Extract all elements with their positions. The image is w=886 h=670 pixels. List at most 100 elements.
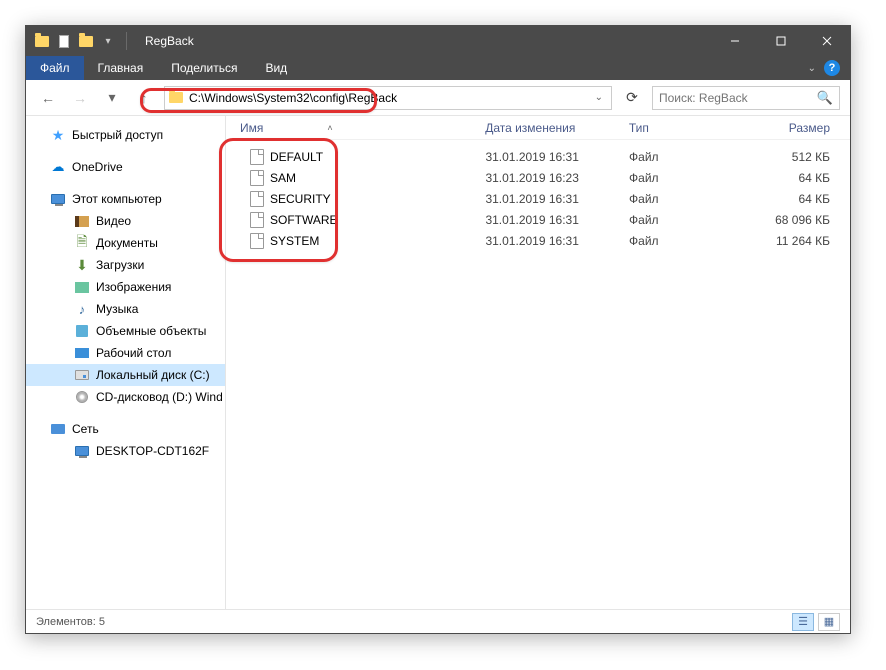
search-input[interactable] (659, 91, 817, 105)
nav-label: Загрузки (96, 258, 144, 272)
nav-network[interactable]: Сеть (26, 418, 225, 440)
forward-button[interactable]: → (68, 86, 92, 110)
nav-this-pc[interactable]: Этот компьютер (26, 188, 225, 210)
nav-music[interactable]: ♪Музыка (26, 298, 225, 320)
drive-icon (74, 367, 90, 383)
file-date: 31.01.2019 16:23 (485, 171, 629, 185)
divider (126, 32, 127, 50)
pc-icon (74, 443, 90, 459)
file-icon (250, 191, 264, 207)
nav-quick-access[interactable]: ★ Быстрый доступ (26, 124, 225, 146)
nav-label: Объемные объекты (96, 324, 206, 338)
statusbar: Элементов: 5 ☰ ▦ (26, 609, 850, 633)
view-icons-button[interactable]: ▦ (818, 613, 840, 631)
download-icon: ⬇ (74, 257, 90, 273)
file-row[interactable]: SYSTEM 31.01.2019 16:31Файл11 264 КБ (240, 230, 850, 251)
file-type: Файл (629, 213, 744, 227)
nav-videos[interactable]: Видео (26, 210, 225, 232)
cloud-icon: ☁ (50, 159, 66, 175)
tab-view[interactable]: Вид (251, 57, 301, 79)
content-pane[interactable]: Имя˄ Дата изменения Тип Размер DEFAULT 31… (226, 116, 850, 609)
col-header-date[interactable]: Дата изменения (485, 121, 629, 135)
desktop-icon (74, 345, 90, 361)
new-folder-icon[interactable] (78, 33, 94, 49)
nav-3d-objects[interactable]: Объемные объекты (26, 320, 225, 342)
view-details-button[interactable]: ☰ (792, 613, 814, 631)
col-header-name[interactable]: Имя˄ (240, 121, 485, 135)
file-row[interactable]: SAM31.01.2019 16:23Файл64 КБ (240, 167, 850, 188)
sort-arrow-icon: ˄ (327, 123, 332, 133)
window-title: RegBack (145, 34, 712, 48)
explorer-window: ▾ RegBack Файл Главная Поделиться Вид ⌄ … (25, 25, 851, 634)
file-name: DEFAULT (270, 150, 323, 164)
history-dropdown[interactable]: ▾ (100, 86, 124, 110)
folder-icon (34, 33, 50, 49)
file-size: 64 КБ (744, 192, 850, 206)
file-row[interactable]: SECURITY 31.01.2019 16:31Файл64 КБ (240, 188, 850, 209)
nav-label: Музыка (96, 302, 138, 316)
file-icon (250, 170, 264, 186)
help-icon[interactable]: ? (824, 60, 840, 76)
status-count: Элементов: 5 (36, 616, 105, 628)
file-row[interactable]: DEFAULT31.01.2019 16:31Файл512 КБ (240, 146, 850, 167)
navigation-pane[interactable]: ★ Быстрый доступ ☁OneDrive Этот компьютер… (26, 116, 226, 609)
tab-share[interactable]: Поделиться (157, 57, 251, 79)
nav-onedrive[interactable]: ☁OneDrive (26, 156, 225, 178)
close-button[interactable] (804, 26, 850, 56)
file-size: 11 264 КБ (744, 234, 850, 248)
body: ★ Быстрый доступ ☁OneDrive Этот компьютер… (26, 116, 850, 609)
file-name: SAM (270, 171, 296, 185)
file-date: 31.01.2019 16:31 (485, 234, 629, 248)
nav-documents[interactable]: 🗎Документы (26, 232, 225, 254)
column-headers: Имя˄ Дата изменения Тип Размер (226, 116, 850, 140)
maximize-button[interactable] (758, 26, 804, 56)
back-button[interactable]: ← (36, 86, 60, 110)
col-header-size[interactable]: Размер (744, 121, 850, 135)
nav-label: Документы (96, 236, 158, 250)
nav-pictures[interactable]: Изображения (26, 276, 225, 298)
up-button[interactable]: ↑ (132, 86, 156, 110)
nav-local-disk-c[interactable]: Локальный диск (C:) (26, 364, 225, 386)
pc-icon (50, 191, 66, 207)
search-box[interactable]: 🔍 (652, 86, 840, 110)
nav-downloads[interactable]: ⬇ Загрузки (26, 254, 225, 276)
address-input[interactable] (189, 91, 591, 105)
tab-home[interactable]: Главная (84, 57, 158, 79)
nav-label: Быстрый доступ (72, 128, 163, 142)
minimize-button[interactable] (712, 26, 758, 56)
nav-label: Сеть (72, 422, 99, 436)
nav-cd-drive-d[interactable]: CD-дисковод (D:) Wind (26, 386, 225, 408)
nav-label: Рабочий стол (96, 346, 171, 360)
video-icon (74, 213, 90, 229)
file-type: Файл (629, 192, 744, 206)
file-row[interactable]: SOFTWARE31.01.2019 16:31Файл68 096 КБ (240, 209, 850, 230)
star-icon: ★ (50, 127, 66, 143)
file-icon (250, 233, 264, 249)
tab-file[interactable]: Файл (26, 56, 84, 80)
file-icon (250, 212, 264, 228)
properties-icon[interactable] (56, 33, 72, 49)
nav-desktop[interactable]: Рабочий стол (26, 342, 225, 364)
col-header-type[interactable]: Тип (629, 121, 744, 135)
file-type: Файл (629, 234, 744, 248)
search-icon[interactable]: 🔍 (817, 90, 833, 106)
address-bar[interactable]: ⌄ (164, 86, 612, 110)
file-list: DEFAULT31.01.2019 16:31Файл512 КБSAM31.0… (226, 140, 850, 251)
file-name: SECURITY (270, 192, 331, 206)
nav-network-pc[interactable]: DESKTOP-CDT162F (26, 440, 225, 462)
file-name: SOFTWARE (270, 213, 338, 227)
ribbon-expand-icon[interactable]: ⌄ (808, 63, 816, 74)
file-type: Файл (629, 150, 744, 164)
address-dropdown-icon[interactable]: ⌄ (591, 92, 607, 103)
titlebar[interactable]: ▾ RegBack (26, 26, 850, 56)
file-date: 31.01.2019 16:31 (485, 192, 629, 206)
qat-dropdown-icon[interactable]: ▾ (100, 33, 116, 49)
refresh-button[interactable]: ⟳ (620, 86, 644, 110)
file-name: SYSTEM (270, 234, 319, 248)
file-date: 31.01.2019 16:31 (485, 150, 629, 164)
nav-label: Локальный диск (C:) (96, 368, 210, 382)
objects-icon (74, 323, 90, 339)
nav-label: CD-дисковод (D:) Wind (96, 390, 223, 404)
file-type: Файл (629, 171, 744, 185)
ribbon: Файл Главная Поделиться Вид ⌄ ? (26, 56, 850, 80)
